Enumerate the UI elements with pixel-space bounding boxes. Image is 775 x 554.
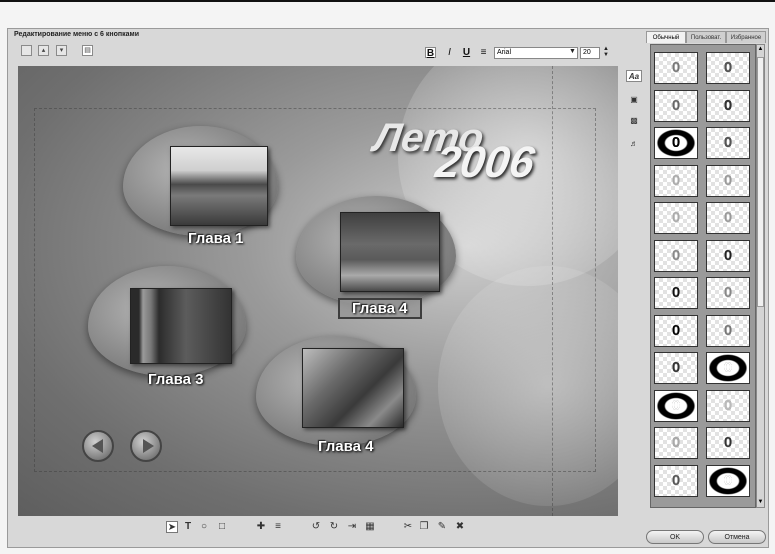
move-down-button[interactable]: ▾ <box>56 45 67 56</box>
sound-icon[interactable]: ♬ <box>626 137 642 149</box>
gallery-scrollbar[interactable]: ▲ ▼ <box>756 44 765 508</box>
text-tool-icon[interactable]: T <box>182 521 194 533</box>
font-dropdown-icon[interactable]: ▼ <box>569 48 576 55</box>
font-select[interactable]: Arial <box>494 47 578 59</box>
image-icon[interactable]: ▣ <box>626 93 642 105</box>
forward-arrow-icon[interactable] <box>130 430 162 462</box>
top-border <box>0 0 775 2</box>
menu-canvas[interactable]: Глава 1 Глава 4 Глава 3 Глава 4 Лето 200… <box>18 66 618 516</box>
button-style-thumbnail[interactable]: 0 <box>654 164 698 197</box>
button-style-thumbnail[interactable]: 0 <box>706 427 750 459</box>
layout-button[interactable]: ▤ <box>82 45 93 56</box>
bold-button[interactable]: B <box>425 47 436 59</box>
align-right-icon[interactable]: ⇥ <box>346 521 358 533</box>
move-icon[interactable]: ✚ <box>255 521 267 533</box>
button-style-thumbnail[interactable]: 0 <box>706 202 750 234</box>
chapter-button-label-1[interactable]: Глава 1 <box>188 230 244 247</box>
button-style-thumbnail[interactable]: 0 <box>706 127 750 159</box>
select-arrow-icon[interactable]: ➤ <box>166 521 178 533</box>
cut-icon[interactable]: ✂ <box>402 521 414 533</box>
button-style-thumbnail[interactable]: 0 <box>654 427 698 459</box>
button-style-thumbnail[interactable]: 0 <box>706 239 750 272</box>
button-style-thumbnail[interactable]: 0 <box>654 239 698 272</box>
button-style-thumbnail[interactable]: 0 <box>654 277 698 309</box>
button-style-thumbnail[interactable]: 0 <box>706 52 750 84</box>
window-title: Редактирование меню с 6 кнопками <box>14 31 139 38</box>
ellipse-tool-icon[interactable]: ○ <box>198 521 210 533</box>
text-style-button[interactable]: Aa <box>626 70 642 82</box>
move-up-button[interactable]: ▴ <box>38 45 49 56</box>
paste-icon[interactable]: ✎ <box>436 521 448 533</box>
cancel-button[interactable]: Отмена <box>708 530 766 544</box>
chapter-thumbnail-2[interactable] <box>340 212 440 292</box>
button-style-thumbnail[interactable]: 0 <box>654 314 698 347</box>
chapter-thumbnail-4[interactable] <box>302 348 404 428</box>
button-style-thumbnail[interactable]: 0 <box>706 164 750 197</box>
button-style-thumbnail[interactable]: 0 <box>706 314 750 347</box>
button-style-thumbnail[interactable]: 0 <box>654 389 698 422</box>
button-style-thumbnail[interactable]: 0 <box>706 277 750 309</box>
vertical-guide <box>552 66 553 516</box>
menu-title-year[interactable]: 2006 <box>432 138 538 188</box>
italic-button[interactable]: I <box>444 47 455 58</box>
align-button[interactable]: ≡ <box>478 47 489 58</box>
chapter-button-label-2-selected[interactable]: Глава 4 <box>338 298 422 319</box>
button-style-thumbnail[interactable]: 0 <box>654 127 698 159</box>
delete-icon[interactable]: ✖ <box>454 521 466 533</box>
align-center-icon[interactable]: ≡ <box>272 521 284 533</box>
button-style-thumbnail[interactable]: 0 <box>654 89 698 122</box>
grid-icon[interactable]: ▦ <box>364 521 376 533</box>
button-style-icon[interactable]: ▩ <box>626 114 642 126</box>
font-size-field[interactable]: 20 <box>580 47 600 59</box>
blank-button[interactable] <box>21 45 32 56</box>
rotate-right-icon[interactable]: ↻ <box>328 521 340 533</box>
scroll-thumb[interactable] <box>757 57 764 307</box>
button-style-thumbnail[interactable]: 0 <box>654 464 698 497</box>
scroll-up-icon[interactable]: ▲ <box>757 45 764 54</box>
button-style-thumbnail[interactable]: 0 <box>654 352 698 384</box>
rotate-left-icon[interactable]: ↺ <box>310 521 322 533</box>
tab-custom[interactable]: Пользоват. <box>686 31 726 43</box>
button-style-thumbnail[interactable]: 0 <box>654 202 698 234</box>
chapter-thumbnail-1[interactable] <box>170 146 268 226</box>
button-style-thumbnail[interactable]: 0 <box>706 464 750 497</box>
button-style-thumbnail[interactable]: 0 <box>706 389 750 422</box>
chapter-button-label-3[interactable]: Глава 3 <box>148 371 204 388</box>
button-style-thumbnail[interactable]: 0 <box>706 89 750 122</box>
underline-button[interactable]: U <box>461 47 472 58</box>
chapter-thumbnail-3[interactable] <box>130 288 232 364</box>
button-style-thumbnail[interactable]: 0 <box>654 52 698 84</box>
back-arrow-icon[interactable] <box>82 430 114 462</box>
ok-button[interactable]: OK <box>646 530 704 544</box>
scroll-down-icon[interactable]: ▼ <box>757 498 764 507</box>
font-size-spinner-icon[interactable]: ▲ ▼ <box>603 46 609 58</box>
button-style-thumbnail[interactable]: 0 <box>706 352 750 384</box>
chapter-button-label-4[interactable]: Глава 4 <box>318 438 374 455</box>
rectangle-tool-icon[interactable]: □ <box>216 521 228 533</box>
copy-icon[interactable]: ❐ <box>418 521 430 533</box>
tab-common[interactable]: Обычный <box>646 31 686 43</box>
tab-favorites[interactable]: Избранное <box>726 31 766 43</box>
